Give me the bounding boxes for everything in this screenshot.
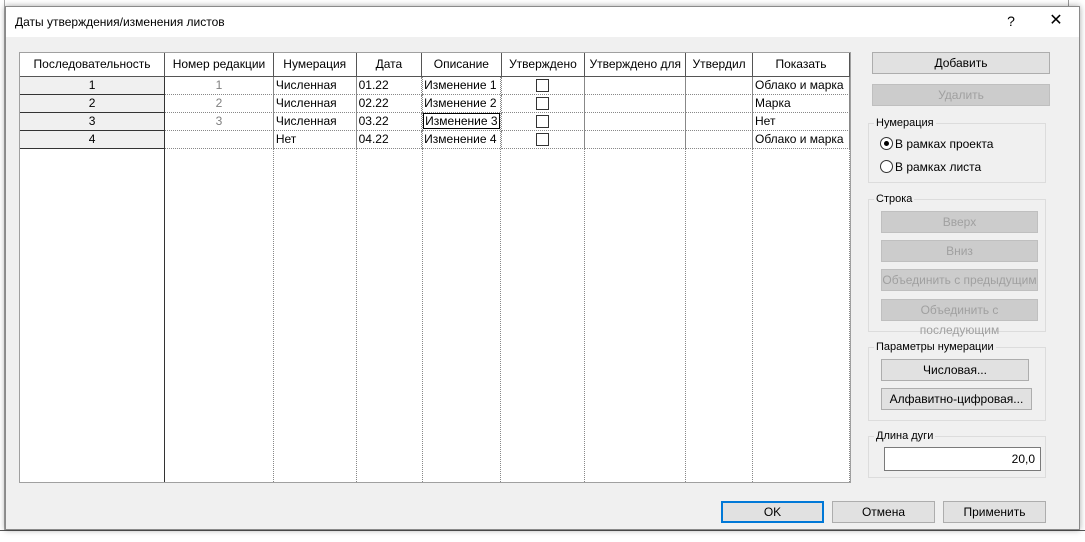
column-header-date[interactable]: Дата	[356, 53, 423, 77]
row-group-label: Строка	[874, 193, 915, 205]
show-cell[interactable]: Облако и марка	[752, 76, 850, 95]
arc-length-group-label: Длина дуги	[874, 430, 936, 442]
numbering-params-group-label: Параметры нумерации	[874, 341, 996, 353]
description-cell-text[interactable]: Изменение 3	[423, 113, 500, 129]
radio-within-project-label: В рамках проекта	[895, 137, 994, 151]
radio-within-project[interactable]: В рамках проекта	[880, 137, 993, 151]
approved-cell	[501, 130, 586, 149]
add-button[interactable]: Добавить	[872, 52, 1050, 74]
sequence-cell[interactable]: 2	[20, 94, 166, 113]
background-bottom-strip	[0, 530, 1085, 542]
show-cell[interactable]: Облако и марка	[752, 130, 850, 149]
apply-button[interactable]: Применить	[943, 501, 1046, 523]
table-row[interactable]: 3 3 Численная 03.22 Изменение 3 Нет	[20, 112, 850, 131]
approved-for-cell[interactable]	[584, 76, 687, 95]
approved-cell	[501, 76, 586, 95]
column-header-approved[interactable]: Утверждено	[501, 53, 586, 77]
numbering-cell[interactable]: Численная	[273, 76, 357, 95]
show-cell[interactable]: Марка	[752, 94, 850, 113]
numbering-cell[interactable]: Численная	[273, 112, 357, 131]
column-header-sequence[interactable]: Последовательность	[20, 53, 166, 77]
approved-cell	[501, 94, 586, 113]
date-cell[interactable]: 01.22	[356, 76, 423, 95]
numbering-cell[interactable]: Численная	[273, 94, 357, 113]
sequence-cell[interactable]: 3	[20, 112, 166, 131]
title-bar: Даты утверждения/изменения листов ? ✕	[6, 7, 1079, 37]
approved-checkbox[interactable]	[536, 97, 550, 111]
sequence-cell[interactable]: 1	[20, 76, 166, 95]
date-cell[interactable]: 04.22	[356, 130, 423, 149]
numbering-group: Нумерация В рамках проекта В рамках лист…	[868, 117, 1046, 183]
approved-by-cell[interactable]	[685, 112, 753, 131]
close-button[interactable]: ✕	[1039, 10, 1073, 34]
revisions-dialog: Даты утверждения/изменения листов ? ✕ По…	[5, 6, 1080, 530]
radio-within-sheet[interactable]: В рамках листа	[880, 160, 981, 174]
description-cell[interactable]: Изменение 4	[421, 130, 502, 149]
numbering-group-label: Нумерация	[874, 117, 936, 129]
numbering-cell[interactable]: Нет	[273, 130, 357, 149]
revision-number-cell	[164, 130, 274, 149]
revision-number-cell: 2	[164, 94, 274, 113]
sequence-cell[interactable]: 4	[20, 130, 166, 149]
date-cell[interactable]: 03.22	[356, 112, 423, 131]
revision-number-cell: 3	[164, 112, 274, 131]
table-row[interactable]: 1 1 Численная 01.22 Изменение 1 Облако и…	[20, 76, 850, 95]
approved-cell	[501, 112, 586, 131]
delete-button[interactable]: Удалить	[872, 84, 1050, 106]
dialog-title: Даты утверждения/изменения листов	[15, 15, 225, 29]
approved-for-cell[interactable]	[584, 112, 687, 131]
column-header-description[interactable]: Описание	[421, 53, 502, 77]
merge-with-next-button[interactable]: Объединить с последующим	[881, 299, 1038, 337]
alphanumeric-settings-button[interactable]: Алфавитно-цифровая...	[881, 388, 1032, 410]
arc-length-input[interactable]: 20,0	[884, 447, 1041, 471]
radio-checked-icon	[880, 137, 893, 150]
move-down-button[interactable]: Вниз	[881, 240, 1038, 262]
revisions-grid[interactable]: Последовательность Номер редакции Нумера…	[19, 52, 851, 483]
help-button[interactable]: ?	[994, 10, 1028, 34]
move-up-button[interactable]: Вверх	[881, 211, 1038, 233]
column-header-show[interactable]: Показать	[752, 53, 850, 77]
approved-by-cell[interactable]	[685, 76, 753, 95]
merge-with-previous-button[interactable]: Объединить с предыдущим	[881, 269, 1038, 291]
column-header-numbering[interactable]: Нумерация	[273, 53, 357, 77]
approved-by-cell[interactable]	[685, 94, 753, 113]
description-cell[interactable]: Изменение 3	[421, 112, 502, 131]
table-row[interactable]: 2 2 Численная 02.22 Изменение 2 Марка	[20, 94, 850, 113]
description-cell[interactable]: Изменение 1	[421, 76, 502, 95]
revisions-table: Последовательность Номер редакции Нумера…	[20, 53, 850, 149]
approved-checkbox[interactable]	[536, 79, 550, 93]
column-header-approved-for[interactable]: Утверждено для	[584, 53, 687, 77]
show-cell[interactable]: Нет	[752, 112, 850, 131]
approved-for-cell[interactable]	[584, 130, 687, 149]
numeric-settings-button[interactable]: Числовая...	[881, 359, 1029, 381]
approved-checkbox[interactable]	[536, 115, 550, 129]
approved-checkbox[interactable]	[536, 133, 550, 147]
revision-number-cell: 1	[164, 76, 274, 95]
header-row: Последовательность Номер редакции Нумера…	[20, 53, 850, 77]
radio-within-sheet-label: В рамках листа	[895, 160, 982, 174]
column-header-approved-by[interactable]: Утвердил	[685, 53, 753, 77]
table-row[interactable]: 4 Нет 04.22 Изменение 4 Облако и марка	[20, 130, 850, 149]
radio-unchecked-icon	[880, 160, 893, 173]
approved-by-cell[interactable]	[685, 130, 753, 149]
column-header-revision-number[interactable]: Номер редакции	[164, 53, 274, 77]
date-cell[interactable]: 02.22	[356, 94, 423, 113]
cancel-button[interactable]: Отмена	[832, 501, 935, 523]
ok-button[interactable]: OK	[721, 501, 824, 523]
description-cell[interactable]: Изменение 2	[421, 94, 502, 113]
approved-for-cell[interactable]	[584, 94, 687, 113]
